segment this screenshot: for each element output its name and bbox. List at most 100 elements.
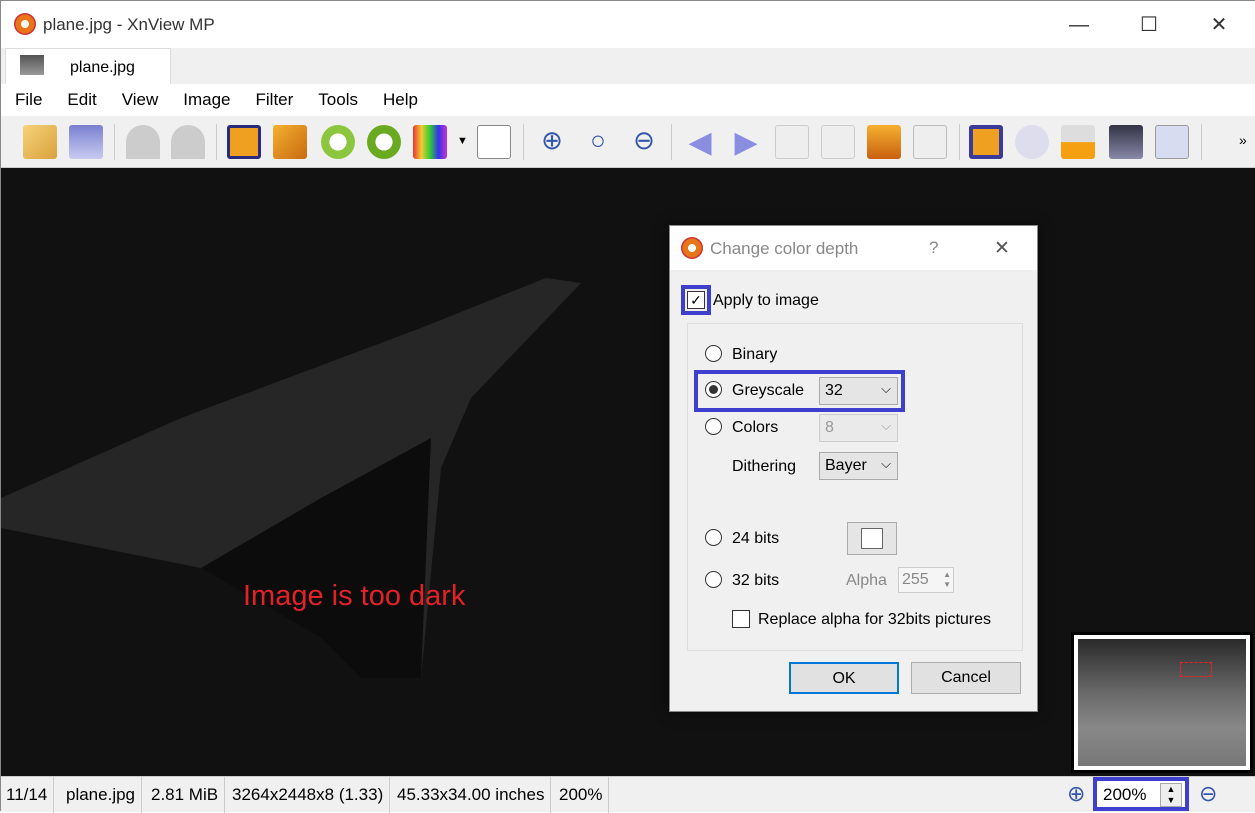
alpha-label: Alpha	[846, 572, 887, 589]
cancel-button[interactable]: Cancel	[911, 662, 1021, 694]
toolbar-overflow-button[interactable]: »	[1239, 132, 1247, 148]
status-print-size: 45.33x34.00 inches	[391, 777, 552, 813]
menu-image[interactable]: Image	[183, 90, 230, 110]
navigator-viewport[interactable]	[1180, 662, 1212, 677]
tab-bar: plane.jpg	[1, 48, 1255, 84]
tab-thumbnail-icon	[20, 55, 44, 75]
title-bar: plane.jpg - XnView MP — ☐ ✕	[1, 1, 1255, 48]
zoom-input-value[interactable]: 200%	[1103, 785, 1146, 805]
menu-help[interactable]: Help	[383, 90, 418, 110]
chevron-down-icon: ⌵	[881, 381, 891, 396]
menu-tools[interactable]: Tools	[318, 90, 358, 110]
chevron-down-icon: ⌵	[881, 456, 891, 471]
status-zoom-in-icon[interactable]: ⊕	[1067, 781, 1085, 807]
crop-icon[interactable]	[227, 125, 261, 159]
undo-icon[interactable]	[126, 125, 160, 159]
zoom-in-icon[interactable]: ⊕	[535, 125, 569, 159]
greyscale-radio[interactable]	[705, 381, 722, 398]
alpha-value: 255	[902, 571, 929, 588]
status-zoom-out-icon[interactable]: ⊖	[1199, 781, 1217, 807]
change-color-depth-dialog: Change color depth ? ✕ ✓ Apply to image …	[669, 225, 1038, 712]
binary-radio[interactable]	[705, 345, 722, 362]
menu-bar: File Edit View Image Filter Tools Help	[1, 84, 1255, 116]
colors-count-select[interactable]: 8 ⌵	[819, 414, 898, 442]
close-button[interactable]: ✕	[1199, 9, 1239, 41]
status-dimensions: 3264x2448x8 (1.33)	[226, 777, 391, 813]
previous-icon[interactable]: ◀	[683, 125, 717, 159]
colors-label: Colors	[732, 419, 779, 436]
colors-radio[interactable]	[705, 418, 722, 435]
menu-file[interactable]: File	[15, 90, 42, 110]
color-swatch	[861, 528, 883, 549]
dithering-value: Bayer	[825, 457, 867, 474]
dialog-title: Change color depth	[710, 239, 859, 258]
save-icon[interactable]	[69, 125, 103, 159]
status-filesize: 2.81 MiB	[145, 777, 226, 813]
24-bits-label: 24 bits	[732, 530, 780, 547]
color-picker-button[interactable]	[847, 522, 897, 555]
status-bar: 11/14 plane.jpg 2.81 MiB 3264x2448x8 (1.…	[1, 776, 1255, 813]
navigator-thumbnail[interactable]	[1071, 632, 1253, 773]
slideshow-icon[interactable]	[867, 125, 901, 159]
tab-plane-jpg[interactable]: plane.jpg	[5, 48, 171, 84]
redo-icon[interactable]	[171, 125, 205, 159]
minimize-button[interactable]: —	[1059, 9, 1099, 41]
menu-edit[interactable]: Edit	[67, 90, 96, 110]
text-draw-icon[interactable]	[1015, 125, 1049, 159]
next-icon[interactable]: ▶	[729, 125, 763, 159]
plane-wing-image	[1, 278, 581, 678]
24-bits-radio[interactable]	[705, 529, 722, 546]
toolbar: ▼ ⊕ ○ ⊖ ◀ ▶ »	[1, 116, 1255, 168]
next-page-icon[interactable]	[821, 125, 855, 159]
ok-button[interactable]: OK	[789, 662, 899, 694]
dithering-label: Dithering	[732, 458, 797, 475]
browser-icon[interactable]	[23, 125, 57, 159]
app-logo-icon	[681, 237, 703, 259]
dialog-title-bar: Change color depth ? ✕	[670, 226, 1037, 270]
apply-to-image-label: Apply to image	[713, 292, 819, 309]
scan-icon[interactable]	[1109, 125, 1143, 159]
replace-alpha-checkbox[interactable]	[732, 610, 750, 628]
32-bits-radio[interactable]	[705, 571, 722, 588]
print-icon[interactable]	[1061, 125, 1095, 159]
greyscale-label: Greyscale	[732, 382, 805, 399]
menu-view[interactable]: View	[122, 90, 159, 110]
replace-alpha-label: Replace alpha for 32bits pictures	[758, 611, 992, 628]
status-zoom: 200%	[553, 777, 610, 813]
color-adjust-icon[interactable]	[413, 125, 447, 159]
rotate-left-icon[interactable]	[321, 125, 355, 159]
dropdown-arrow-icon[interactable]: ▼	[457, 135, 468, 147]
app-logo-icon	[14, 13, 36, 35]
maximize-button[interactable]: ☐	[1129, 9, 1169, 41]
status-filename: plane.jpg	[60, 777, 143, 813]
zoom-out-icon[interactable]: ⊖	[627, 125, 661, 159]
zoom-spinbox[interactable]: 200% ▲ ▼	[1093, 777, 1189, 811]
greyscale-value: 32	[825, 382, 843, 399]
apply-to-image-checkbox[interactable]: ✓	[687, 291, 705, 309]
dialog-close-button[interactable]: ✕	[994, 237, 1010, 260]
info-icon[interactable]	[913, 125, 947, 159]
zoom-spin-arrows-icon[interactable]: ▲ ▼	[1160, 783, 1182, 807]
help-button[interactable]: ?	[929, 238, 938, 258]
alpha-spinbox[interactable]: 255 ▲ ▼	[898, 567, 954, 593]
dithering-select[interactable]: Bayer ⌵	[819, 452, 898, 480]
annotation-text: Image is too dark	[243, 580, 466, 612]
greyscale-levels-select[interactable]: 32 ⌵	[819, 377, 898, 405]
colors-value: 8	[825, 419, 834, 436]
binary-label: Binary	[732, 346, 778, 363]
fullscreen-icon[interactable]	[969, 125, 1003, 159]
32-bits-label: 32 bits	[732, 572, 780, 589]
rotate-right-icon[interactable]	[367, 125, 401, 159]
levels-icon[interactable]	[477, 125, 511, 159]
image-viewer[interactable]: Image is too dark	[1, 168, 1255, 776]
window-title: plane.jpg - XnView MP	[43, 15, 215, 34]
chevron-down-icon: ⌵	[881, 418, 891, 433]
menu-filter[interactable]: Filter	[256, 90, 294, 110]
zoom-actual-icon[interactable]: ○	[581, 125, 615, 159]
previous-page-icon[interactable]	[775, 125, 809, 159]
tab-label: plane.jpg	[70, 59, 135, 76]
capture-icon[interactable]	[1155, 125, 1189, 159]
status-index: 11/14	[1, 777, 55, 813]
spin-arrows-icon[interactable]: ▲ ▼	[943, 570, 951, 590]
resize-icon[interactable]	[273, 125, 307, 159]
